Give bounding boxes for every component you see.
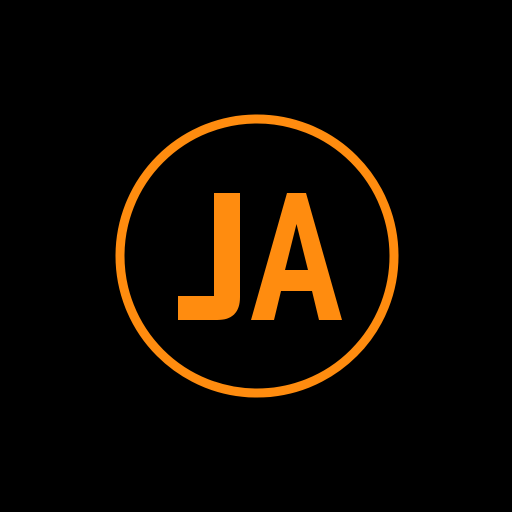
monogram-letter-a xyxy=(251,193,342,320)
logo-ring xyxy=(115,114,399,398)
monogram-letter-j xyxy=(178,193,240,320)
monogram-logo xyxy=(115,114,399,398)
logo-canvas xyxy=(0,0,512,512)
